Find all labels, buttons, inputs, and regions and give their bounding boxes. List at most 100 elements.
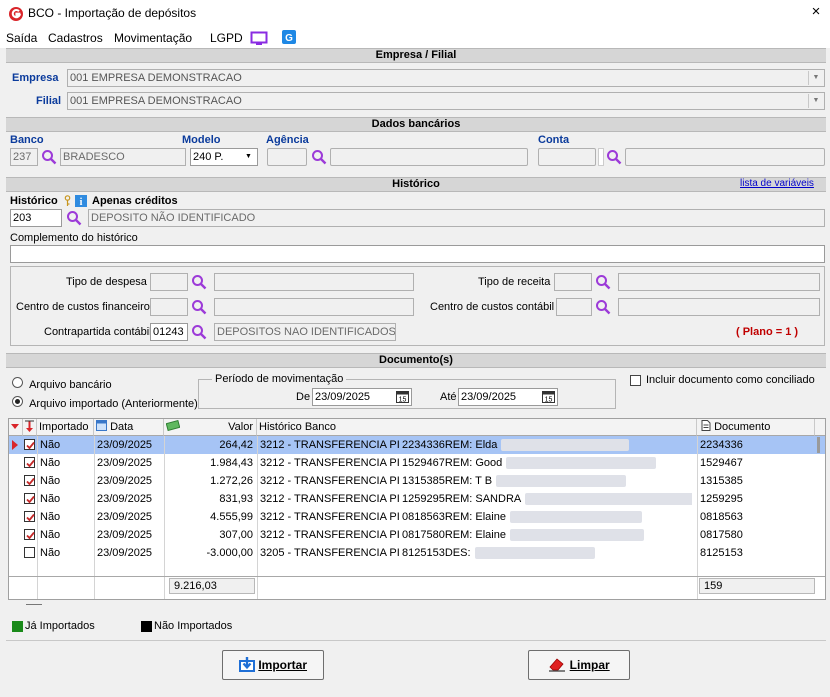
chevron-down-icon[interactable]: ▼ bbox=[808, 71, 823, 85]
row-checkbox[interactable] bbox=[24, 547, 35, 558]
col-data[interactable]: Data bbox=[94, 419, 164, 436]
importar-button[interactable]: Importar bbox=[222, 650, 324, 680]
sort-col-header[interactable] bbox=[23, 419, 37, 436]
search-icon[interactable] bbox=[191, 324, 207, 340]
col-data-label: Data bbox=[110, 421, 134, 433]
de-date-field[interactable]: 23/09/2025 15 bbox=[312, 388, 412, 406]
periodo-label: Período de movimentação bbox=[212, 373, 347, 385]
table-row[interactable]: Não 23/09/2025 1.984,43 3212 - TRANSFERENCI… bbox=[9, 454, 825, 472]
search-icon[interactable] bbox=[595, 299, 611, 315]
menu-movimentacao[interactable]: Movimentação bbox=[114, 31, 192, 45]
radio-arquivo-importado[interactable]: Arquivo importado (Anteriormente) bbox=[12, 396, 198, 410]
incluir-conciliado-checkbox[interactable] bbox=[630, 375, 641, 386]
centro-contabil-code[interactable] bbox=[556, 298, 592, 316]
menu-lgpd[interactable]: LGPD bbox=[210, 31, 243, 45]
info-icon[interactable]: i bbox=[75, 195, 87, 207]
search-icon[interactable] bbox=[41, 149, 57, 165]
g-logo-icon[interactable]: G bbox=[282, 30, 296, 44]
row-checkbox[interactable] bbox=[24, 457, 35, 468]
historico-desc-field: DEPOSITO NÃO IDENTIFICADO bbox=[88, 209, 825, 227]
col-historico-banco[interactable]: Histórico Banco bbox=[257, 419, 697, 436]
lista-variaveis-link[interactable]: lista de variáveis bbox=[740, 178, 814, 189]
tipo-despesa-desc bbox=[214, 273, 414, 291]
chevron-down-icon[interactable]: ▼ bbox=[808, 94, 823, 108]
redacted-block bbox=[496, 475, 627, 488]
tipo-receita-desc bbox=[618, 273, 820, 291]
row-checkbox[interactable] bbox=[24, 493, 35, 504]
plano-indicator: ( Plano = 1 ) bbox=[736, 326, 799, 338]
historico-code-field[interactable]: 203 bbox=[10, 209, 62, 227]
search-icon[interactable] bbox=[66, 210, 82, 226]
empresa-select[interactable]: 001 EMPRESA DEMONSTRACAO ▼ bbox=[67, 69, 825, 87]
menu-cadastros[interactable]: Cadastros bbox=[48, 31, 103, 45]
legend-ja-label: Já Importados bbox=[25, 620, 95, 632]
grid-scrollbar-thumb[interactable] bbox=[817, 437, 820, 453]
col-importado[interactable]: Importado bbox=[37, 419, 94, 436]
col-valor[interactable]: Valor bbox=[164, 419, 257, 436]
col-documento[interactable]: Documento bbox=[697, 419, 815, 436]
cell-valor: 264,42 bbox=[219, 439, 253, 451]
section-empresa-header: Empresa / Filial bbox=[6, 48, 826, 63]
cell-importado: Não bbox=[40, 475, 61, 487]
sort-down-icon[interactable] bbox=[23, 419, 36, 434]
table-row[interactable]: Não 23/09/2025 264,42 3212 - TRANSFERENCIA … bbox=[9, 436, 825, 454]
radio-on[interactable] bbox=[12, 396, 23, 407]
search-icon[interactable] bbox=[606, 149, 622, 165]
centro-financeiro-code[interactable] bbox=[150, 298, 188, 316]
agencia-field[interactable] bbox=[267, 148, 307, 166]
conta-field[interactable] bbox=[538, 148, 596, 166]
limpar-button[interactable]: Limpar bbox=[528, 650, 630, 680]
agencia-label: Agência bbox=[266, 134, 309, 146]
cell-valor: 1.272,26 bbox=[210, 475, 253, 487]
table-row[interactable]: Não 23/09/2025 307,00 3212 - TRANSFERENCIA … bbox=[9, 526, 825, 544]
calendar-small-icon bbox=[96, 420, 107, 431]
de-label: De bbox=[296, 391, 311, 403]
radio-arquivo-bancario[interactable]: Arquivo bancário bbox=[12, 377, 112, 391]
search-icon[interactable] bbox=[191, 274, 207, 290]
row-checkbox[interactable] bbox=[24, 475, 35, 486]
tipo-despesa-code[interactable] bbox=[150, 273, 188, 291]
tipo-receita-code[interactable] bbox=[554, 273, 592, 291]
checkmark-icon bbox=[26, 477, 35, 486]
table-row[interactable]: Não 23/09/2025 -3.000,00 3205 - TRANSFERENC… bbox=[9, 544, 825, 562]
search-icon[interactable] bbox=[311, 149, 327, 165]
table-row[interactable]: Não 23/09/2025 1.272,26 3212 - TRANSFERENCI… bbox=[9, 472, 825, 490]
cell-referencia-text: 0818563REM: Elaine bbox=[402, 511, 506, 523]
radio-off[interactable] bbox=[12, 377, 23, 388]
calendar-icon[interactable]: 15 bbox=[396, 391, 409, 403]
menu-saida[interactable]: Saída bbox=[6, 31, 37, 45]
legend-nao-label: Não Importados bbox=[154, 620, 233, 632]
documents-grid[interactable]: Importado Data Valor Histórico Banco Doc… bbox=[8, 418, 826, 600]
checkmark-icon bbox=[26, 495, 35, 504]
cell-data: 23/09/2025 bbox=[97, 529, 153, 541]
table-row[interactable]: Não 23/09/2025 4.555,99 3212 - TRANSFERENCI… bbox=[9, 508, 825, 526]
centro-financeiro-label: Centro de custos financeiro bbox=[16, 301, 150, 313]
calendar-icon[interactable]: 15 bbox=[542, 391, 555, 403]
close-button[interactable]: × bbox=[806, 3, 826, 20]
cell-data: 23/09/2025 bbox=[97, 475, 153, 487]
search-icon[interactable] bbox=[595, 274, 611, 290]
cell-data: 23/09/2025 bbox=[97, 457, 153, 469]
complemento-field[interactable] bbox=[10, 245, 825, 263]
row-checkbox[interactable] bbox=[24, 439, 35, 450]
monitor-icon[interactable] bbox=[250, 31, 268, 46]
row-checkbox[interactable] bbox=[24, 511, 35, 522]
conta-label: Conta bbox=[538, 134, 570, 146]
cell-referencia-text: 0817580REM: Elaine bbox=[402, 529, 506, 541]
empresa-value: 001 EMPRESA DEMONSTRACAO bbox=[70, 72, 242, 84]
radio-bancario-label: Arquivo bancário bbox=[29, 379, 112, 391]
cell-historico: 3212 - TRANSFERENCIA PIX bbox=[260, 493, 400, 505]
ate-date-field[interactable]: 23/09/2025 15 bbox=[458, 388, 558, 406]
banco-code-field[interactable]: 237 bbox=[10, 148, 38, 166]
checkmark-icon bbox=[26, 459, 35, 468]
row-checkbox[interactable] bbox=[24, 529, 35, 540]
tipo-despesa-label: Tipo de despesa bbox=[66, 276, 147, 288]
modelo-select[interactable]: 240 P. ▼ bbox=[190, 148, 258, 166]
cell-importado: Não bbox=[40, 547, 61, 559]
contrapartida-code-field[interactable]: 01243 bbox=[150, 323, 188, 341]
search-icon[interactable] bbox=[191, 299, 207, 315]
filial-select[interactable]: 001 EMPRESA DEMONSTRACAO ▼ bbox=[67, 92, 825, 110]
conta-digit-field[interactable] bbox=[598, 148, 604, 166]
chevron-down-icon[interactable]: ▼ bbox=[241, 150, 256, 164]
table-row[interactable]: Não 23/09/2025 831,93 3212 - TRANSFERENCIA … bbox=[9, 490, 825, 508]
